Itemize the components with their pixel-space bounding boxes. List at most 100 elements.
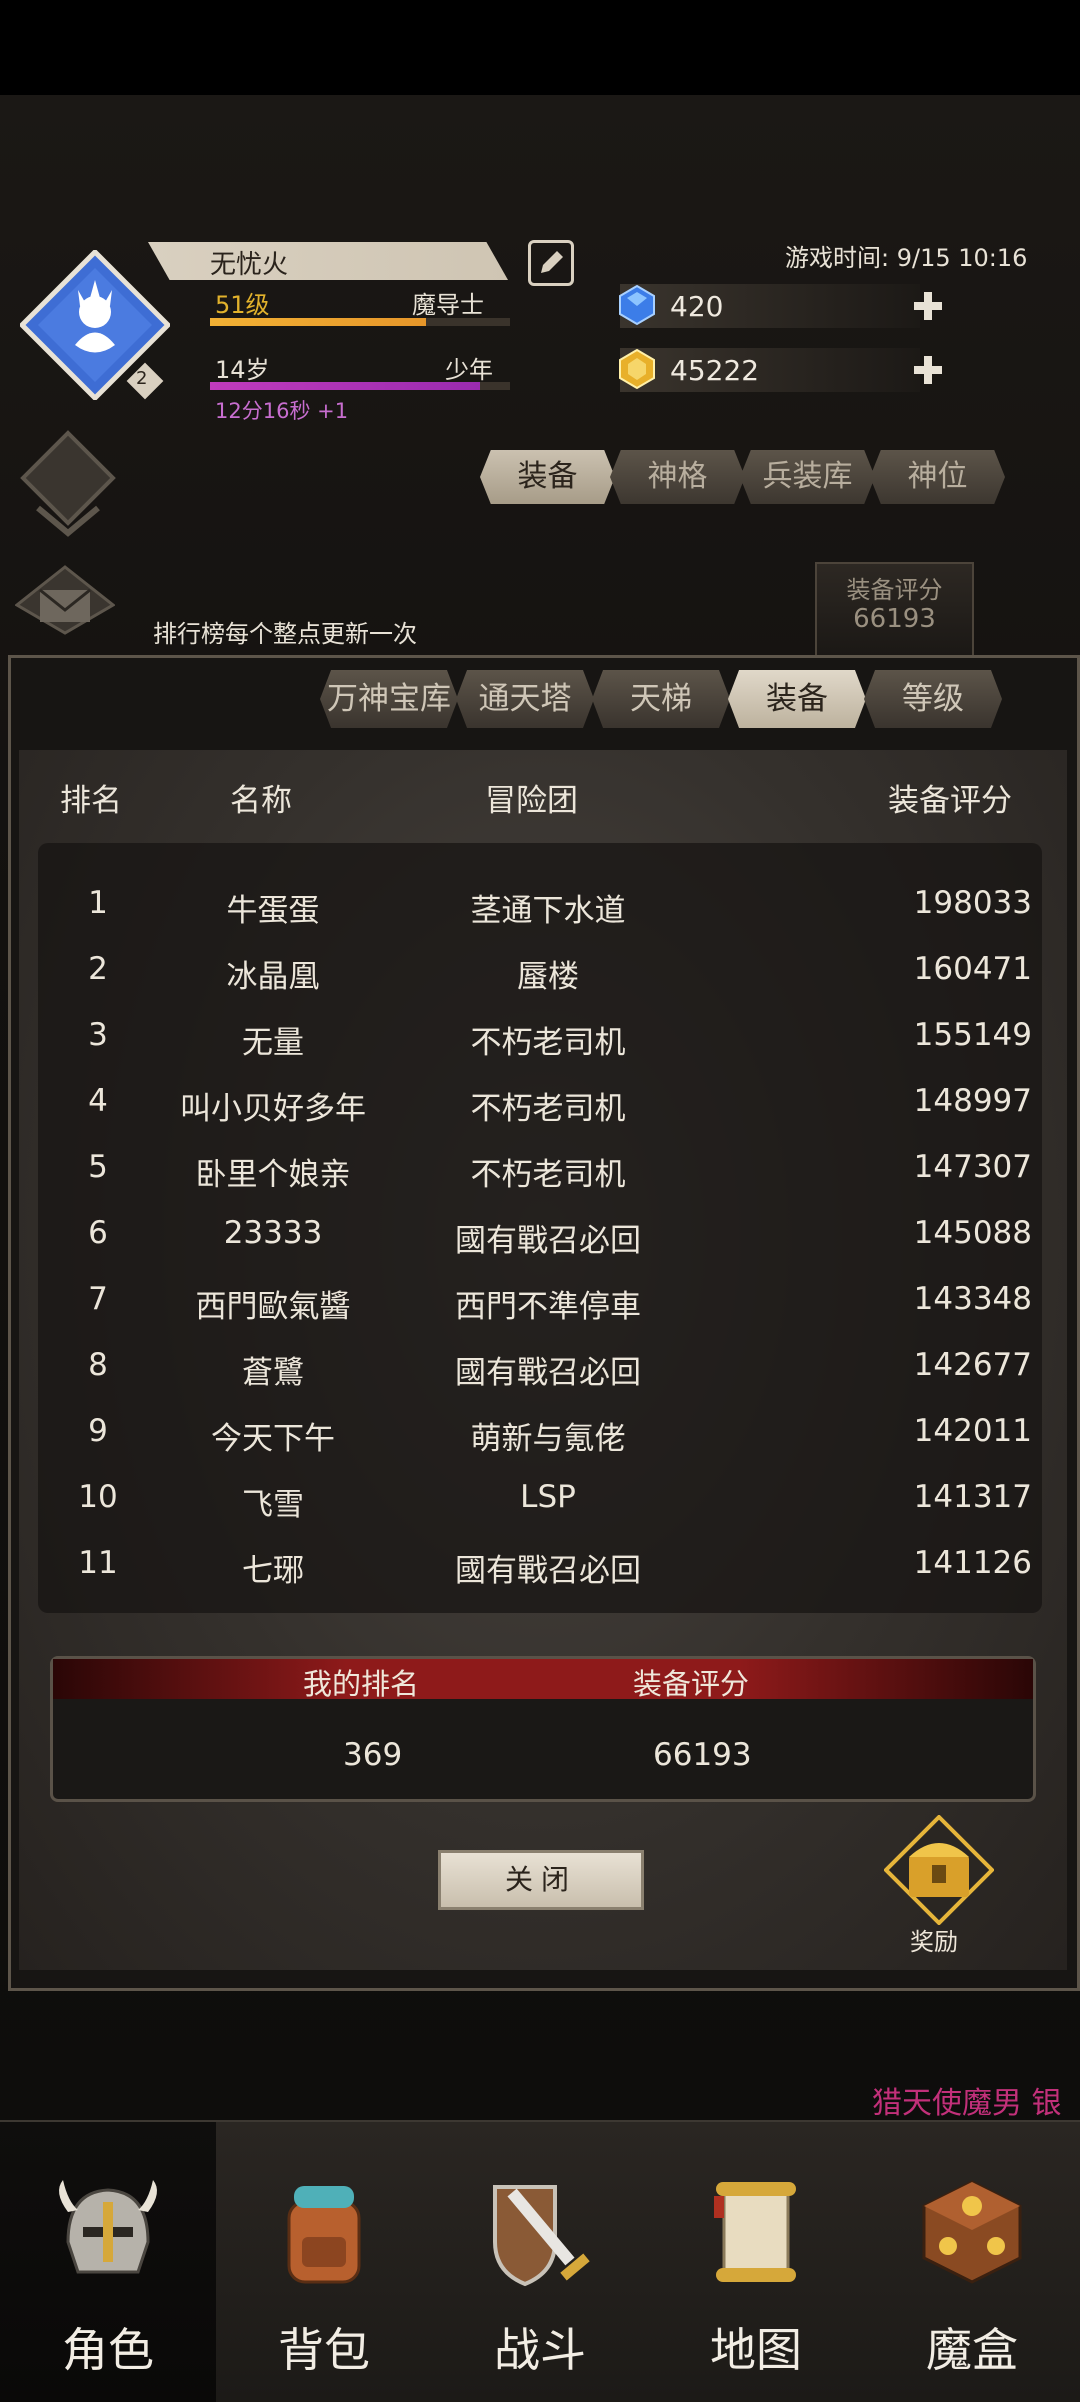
tab-divinity[interactable]: 神格 <box>610 450 745 504</box>
row-name: 冰晶凰 <box>226 959 320 995</box>
scroll-map-icon <box>714 2182 796 2282</box>
ranking-table: 1 牛蛋蛋 茎通下水道 198033 2 冰晶凰 蜃楼 160471 3 无量 不朽老司机 15514… <box>38 843 1042 1613</box>
tab-armory[interactable]: 兵装库 <box>740 450 875 504</box>
table-row[interactable]: 5 卧里个娘亲 不朽老司机 147307 <box>38 1137 1042 1203</box>
nav-battle-label: 战斗 <box>494 2323 586 2377</box>
equipment-score-plaque: 装备评分 66193 <box>815 562 974 658</box>
my-ranking-header: 我的排名 装备评分 <box>53 1659 1033 1701</box>
row-guild: 國有戰召必回 <box>455 1553 641 1589</box>
tab-level-rank[interactable]: 等级 <box>864 670 1002 728</box>
row-rank: 11 <box>78 1545 118 1581</box>
class-avatar[interactable]: 2 <box>18 248 172 402</box>
nav-battle[interactable]: 战斗 <box>432 2122 648 2402</box>
name-plate <box>148 242 508 280</box>
row-score: 160471 <box>913 951 1032 987</box>
player-class: 魔导士 <box>412 291 484 319</box>
row-score: 155149 <box>913 1017 1032 1053</box>
row-rank: 6 <box>88 1215 108 1251</box>
row-guild: 萌新与氪佬 <box>470 1421 626 1457</box>
announcement-marquee: 猎天使魔男 银 <box>872 2086 1062 2121</box>
my-rank-value: 369 <box>343 1737 403 1773</box>
table-row[interactable]: 3 无量 不朽老司机 155149 <box>38 1005 1042 1071</box>
close-button[interactable]: 关闭 <box>438 1850 644 1910</box>
row-name: 七琊 <box>242 1553 304 1589</box>
collapse-menu-icon[interactable] <box>18 428 118 548</box>
row-rank: 3 <box>88 1017 108 1053</box>
row-guild: 不朽老司机 <box>470 1025 626 1061</box>
row-name: 23333 <box>223 1215 323 1251</box>
sword-shield-icon <box>493 2185 590 2287</box>
row-score: 147307 <box>913 1149 1032 1185</box>
row-rank: 9 <box>88 1413 108 1449</box>
row-name: 牛蛋蛋 <box>226 893 320 929</box>
player-name: 无忧火 <box>210 250 289 280</box>
magic-box-icon <box>922 2180 1022 2284</box>
player-level: 51级 <box>215 291 270 319</box>
row-score: 141126 <box>913 1545 1032 1581</box>
row-rank: 8 <box>88 1347 108 1383</box>
row-rank: 4 <box>88 1083 108 1119</box>
row-name: 飞雪 <box>242 1487 304 1523</box>
row-name: 卧里个娘亲 <box>195 1157 351 1193</box>
row-guild: 蜃楼 <box>517 959 579 995</box>
row-guild: LSP <box>520 1479 576 1515</box>
mail-icon[interactable] <box>15 565 115 635</box>
tab-sky-tower[interactable]: 通天塔 <box>456 670 594 728</box>
ranking-update-notice: 排行榜每个整点更新一次 <box>153 620 417 648</box>
header-name: 名称 <box>230 783 292 819</box>
tab-equipment-rank[interactable]: 装备 <box>728 670 866 728</box>
game-time: 游戏时间: 9/15 10:16 <box>785 244 1028 272</box>
tab-god-rank[interactable]: 神位 <box>870 450 1005 504</box>
blue-gem-icon <box>619 284 655 326</box>
my-ranking-box: 我的排名 装备评分 369 66193 <box>50 1656 1036 1802</box>
table-row[interactable]: 8 蒼鷺 國有戰召必回 142677 <box>38 1335 1042 1401</box>
status-bar <box>0 0 1080 95</box>
add-gems-button[interactable] <box>910 288 946 324</box>
gold-count: 45222 <box>670 354 760 387</box>
tab-ladder[interactable]: 天梯 <box>592 670 730 728</box>
row-name: 西門歐氣醬 <box>195 1289 351 1325</box>
table-row[interactable]: 7 西門歐氣醬 西門不準停車 143348 <box>38 1269 1042 1335</box>
life-stage: 少年 <box>445 356 493 384</box>
score-plaque-value: 66193 <box>853 604 936 634</box>
header-score: 装备评分 <box>888 783 1012 819</box>
age-progress-bar <box>210 382 510 390</box>
tab-pantheon-vault[interactable]: 万神宝库 <box>320 670 458 728</box>
row-score: 198033 <box>913 885 1032 921</box>
my-score-label: 装备评分 <box>633 1667 750 1701</box>
table-row[interactable]: 1 牛蛋蛋 茎通下水道 198033 <box>38 873 1042 939</box>
table-row[interactable]: 11 七琊 國有戰召必回 141126 <box>38 1533 1042 1599</box>
table-row[interactable]: 9 今天下午 萌新与氪佬 142011 <box>38 1401 1042 1467</box>
gem-count: 420 <box>670 290 724 323</box>
bottom-nav: 角色 背包 战斗 地图 魔盒 <box>0 2120 1080 2402</box>
backpack-icon <box>287 2186 361 2284</box>
nav-character[interactable]: 角色 <box>0 2122 216 2402</box>
row-score: 142011 <box>913 1413 1032 1449</box>
nav-magic-box[interactable]: 魔盒 <box>864 2122 1080 2402</box>
score-plaque-label: 装备评分 <box>846 576 943 604</box>
add-gold-button[interactable] <box>910 352 946 388</box>
row-guild: 國有戰召必回 <box>455 1223 641 1259</box>
reward-label: 奖励 <box>910 1928 958 1956</box>
row-guild: 不朽老司机 <box>470 1157 626 1193</box>
row-rank: 5 <box>88 1149 108 1185</box>
table-row[interactable]: 4 叫小贝好多年 不朽老司机 148997 <box>38 1071 1042 1137</box>
row-name: 蒼鷺 <box>242 1355 304 1391</box>
table-row[interactable]: 2 冰晶凰 蜃楼 160471 <box>38 939 1042 1005</box>
row-score: 143348 <box>913 1281 1032 1317</box>
treasure-chest-icon[interactable] <box>884 1815 994 1925</box>
row-guild: 國有戰召必回 <box>455 1355 641 1391</box>
table-row[interactable]: 10 飞雪 LSP 141317 <box>38 1467 1042 1533</box>
table-row[interactable]: 6 23333 國有戰召必回 145088 <box>38 1203 1042 1269</box>
nav-map[interactable]: 地图 <box>648 2122 864 2402</box>
row-score: 145088 <box>913 1215 1032 1251</box>
row-guild: 西門不準停車 <box>455 1289 641 1325</box>
tab-equipment[interactable]: 装备 <box>480 450 615 504</box>
avatar-badge: 2 <box>136 368 148 389</box>
level-progress-fill <box>210 318 426 326</box>
level-progress-bar <box>210 318 510 326</box>
edit-name-button[interactable] <box>528 240 574 286</box>
nav-character-label: 角色 <box>62 2323 154 2377</box>
nav-backpack[interactable]: 背包 <box>216 2122 432 2402</box>
nav-map-label: 地图 <box>710 2323 802 2377</box>
